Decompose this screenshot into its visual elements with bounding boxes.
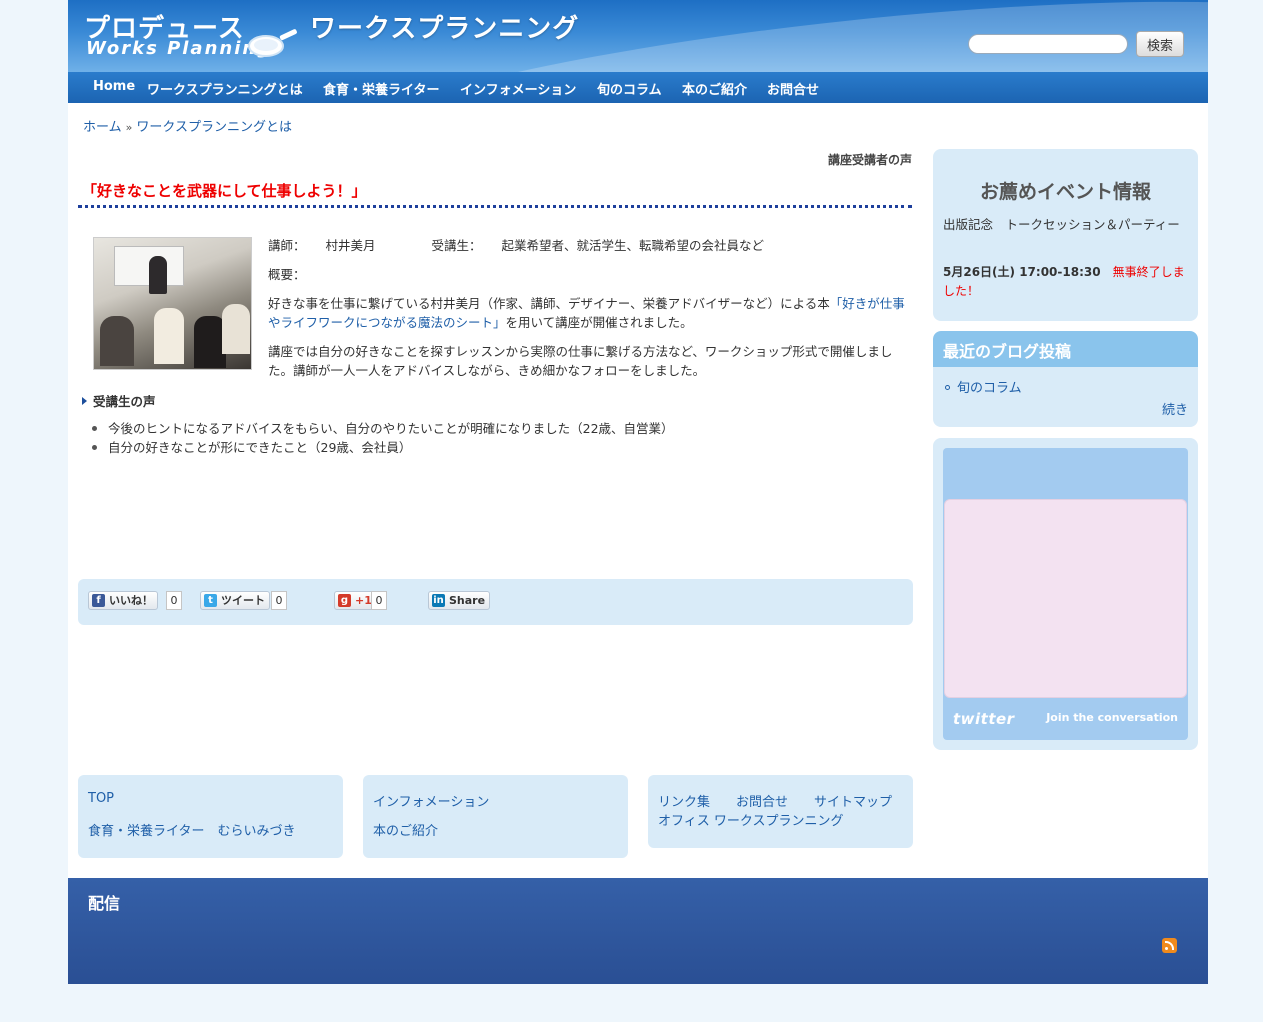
twitter-bird-icon: t xyxy=(204,594,217,607)
twitter-box: twitter Join the conversation xyxy=(933,438,1198,750)
photo-figure xyxy=(154,308,184,364)
search-button[interactable]: 検索 xyxy=(1136,31,1184,57)
recent-posts-title: 最近のブログ投稿 xyxy=(933,331,1198,367)
site-title[interactable]: ワークスプランニング xyxy=(310,8,579,45)
logo-bottom-text[interactable]: Works Planning xyxy=(86,38,272,59)
students-value: 起業希望者、就活学生、転職希望の会社員など xyxy=(501,238,764,253)
gplus-label: +1 xyxy=(355,594,372,607)
twitter-logo[interactable]: twitter xyxy=(953,710,1015,728)
tweet-count: 0 xyxy=(271,591,287,610)
footer-link-books[interactable]: 本のご紹介 xyxy=(373,820,438,839)
list-item: 今後のヒントになるアドバイスをもらい、自分のやりたいことが明確になりました（22… xyxy=(92,419,674,438)
footer-link-links[interactable]: リンク集 xyxy=(658,791,710,810)
breadcrumb-separator: » xyxy=(125,121,133,134)
events-box: お薦めイベント情報 出版記念 トークセッション＆パーティー 5月26日(土) 1… xyxy=(933,149,1198,321)
footer-link-contact[interactable]: お問合せ xyxy=(736,791,788,810)
nav-item-contact[interactable]: お問合せ xyxy=(767,79,819,98)
linkedin-share-button[interactable]: in Share xyxy=(428,591,491,610)
footer-link-top[interactable]: TOP xyxy=(88,791,114,806)
category-label: 講座受講者の声 xyxy=(827,153,912,167)
linkedin-label: Share xyxy=(449,594,486,607)
gplus-count: 0 xyxy=(371,591,387,610)
facebook-like-button[interactable]: f いいね！ xyxy=(88,591,158,610)
para1-text: 好きな事を仕事に繋げている村井美月（作家、講師、デザイナー、栄養アドバイザーなど… xyxy=(268,296,830,311)
voices-heading-text: 受講生の声 xyxy=(93,394,156,409)
instructor-name: 村井美月 xyxy=(325,238,376,253)
nav-item-column[interactable]: 旬のコラム xyxy=(597,79,662,98)
event-name: 出版記念 トークセッション＆パーティー xyxy=(943,217,1180,232)
nav-item-about[interactable]: ワークスプランニングとは xyxy=(147,79,303,98)
footer-link-writer[interactable]: 食育・栄養ライター むらいみづき xyxy=(88,820,295,839)
twitter-widget: twitter Join the conversation xyxy=(943,448,1188,740)
photo-figure xyxy=(222,304,250,354)
tweet-label: ツイート xyxy=(221,594,265,607)
linkedin-icon: in xyxy=(432,594,445,607)
facebook-icon: f xyxy=(92,594,105,607)
footer-band: 配信 xyxy=(68,878,1208,984)
share-bar: f いいね！ 0 t ツイート 0 g +1 0 in Share xyxy=(78,579,913,625)
recent-post-link[interactable]: 旬のコラム xyxy=(957,381,1022,396)
nav-item-books[interactable]: 本のご紹介 xyxy=(682,79,747,98)
students-label: 受講生： xyxy=(431,238,482,253)
voices-heading: 受講生の声 xyxy=(82,391,156,410)
events-title: お薦めイベント情報 xyxy=(979,181,1151,203)
footer-link-information[interactable]: インフォメーション xyxy=(373,791,489,810)
bullet-circle-icon xyxy=(945,385,950,390)
footer-link-office[interactable]: オフィス ワークスプランニング xyxy=(658,810,843,829)
footer-link-sitemap[interactable]: サイトマップ xyxy=(814,791,892,810)
site-header: プロデュース Works Planning ワークスプランニング 検索 xyxy=(68,0,1208,72)
rss-icon[interactable] xyxy=(1162,938,1177,953)
recent-posts-box: 最近のブログ投稿 旬のコラム 続き xyxy=(933,331,1198,427)
photo-figure xyxy=(100,316,134,366)
tweet-button[interactable]: t ツイート xyxy=(200,591,270,610)
overview-paragraph-1: 好きな事を仕事に繋げている村井美月（作家、講師、デザイナー、栄養アドバイザーなど… xyxy=(268,294,908,332)
like-count: 0 xyxy=(166,591,182,610)
breadcrumb-home[interactable]: ホーム xyxy=(83,120,122,135)
overview-paragraph-2: 講座では自分の好きなことを探すレッスンから実際の仕事に繋げる方法など、ワークショ… xyxy=(268,344,893,378)
twitter-feed[interactable] xyxy=(944,499,1187,698)
list-item: 自分の好きなことが形にできたこと（29歳、会社員） xyxy=(92,438,674,457)
event-date: 5月26日(土) 17:00-18:30 無事終了しました！ xyxy=(943,263,1193,301)
footer-links-box: インフォメーション 本のご紹介 xyxy=(363,775,628,858)
para1-text-after: を用いて講座が開催されました。 xyxy=(505,315,693,330)
footer-links-box: リンク集 お問合せ サイトマップ オフィス ワークスプランニング xyxy=(648,775,913,848)
instructor-label: 講師： xyxy=(268,238,306,253)
read-more-link[interactable]: 続き xyxy=(1162,399,1188,418)
breadcrumb: ホーム» ワークスプランニングとは xyxy=(83,116,292,135)
event-date-text: 5月26日(土) 17:00-18:30 xyxy=(943,265,1101,279)
nav-item-writer[interactable]: 食育・栄養ライター xyxy=(323,79,439,98)
arrow-right-icon xyxy=(82,397,87,405)
like-label: いいね！ xyxy=(109,594,153,607)
google-plus-icon: g xyxy=(338,594,351,607)
recent-post-item: 旬のコラム xyxy=(945,377,1022,396)
instructor-line: 講師： 村井美月 受講生： 起業希望者、就活学生、転職希望の会社員など xyxy=(268,236,908,255)
join-conversation-link[interactable]: Join the conversation xyxy=(1046,711,1178,724)
frying-pan-icon xyxy=(248,29,297,57)
footer-links-box: TOP 食育・栄養ライター むらいみづき xyxy=(78,775,343,858)
nav-item-home[interactable]: Home xyxy=(93,79,135,94)
main-nav: Home ワークスプランニングとは 食育・栄養ライター インフォメーション 旬の… xyxy=(68,72,1208,103)
page: プロデュース Works Planning ワークスプランニング 検索 Home… xyxy=(68,0,1208,984)
photo-figure xyxy=(149,256,167,294)
seminar-photo xyxy=(93,237,252,370)
breadcrumb-current[interactable]: ワークスプランニングとは xyxy=(136,120,292,135)
feed-title: 配信 xyxy=(88,894,121,913)
voices-list: 今後のヒントになるアドバイスをもらい、自分のやりたいことが明確になりました（22… xyxy=(92,419,674,457)
article-title: 「好きなことを武器にして仕事しよう！」 xyxy=(78,180,912,208)
overview-label: 概要： xyxy=(268,267,306,282)
nav-item-information[interactable]: インフォメーション xyxy=(460,79,576,98)
search-input[interactable] xyxy=(968,34,1128,54)
